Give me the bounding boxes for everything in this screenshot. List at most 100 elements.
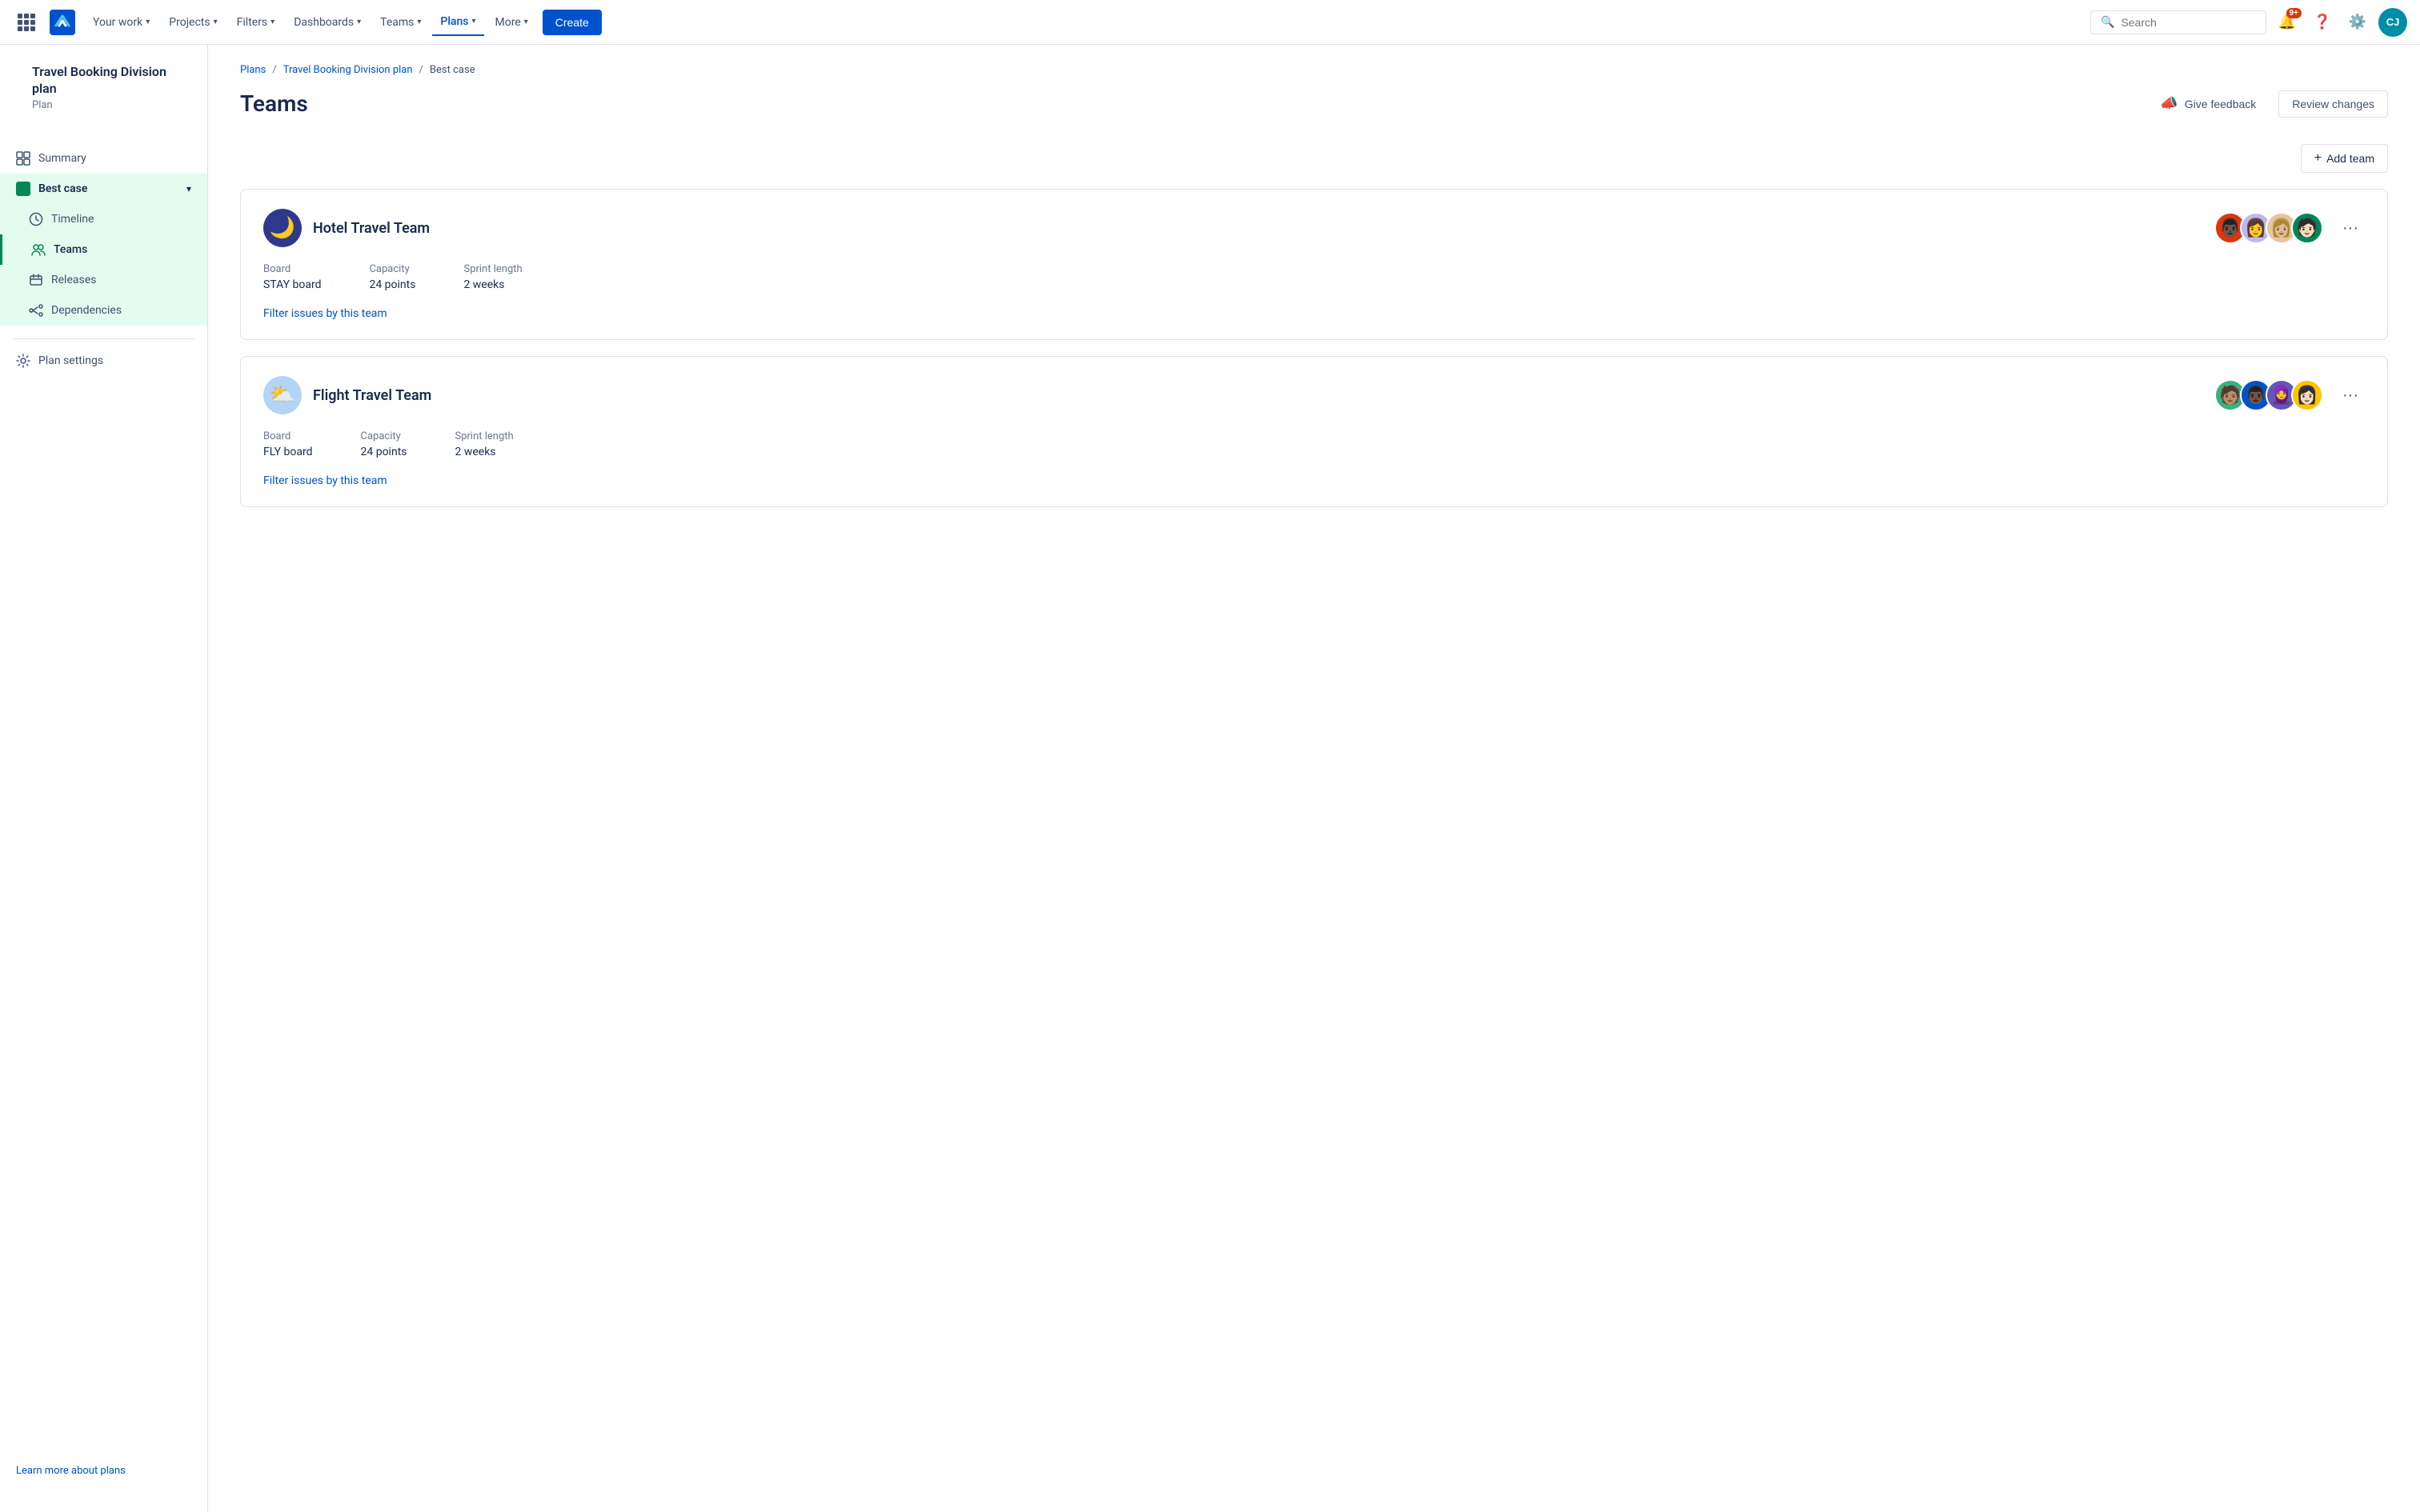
flight-team-more-button[interactable]: ··· (2336, 383, 2365, 408)
breadcrumb-sep-1: / (272, 64, 276, 76)
nav-more-label: More (495, 16, 521, 29)
team-card-header-flight: ⛅ Flight Travel Team 🧑🏽 👨🏿 🧕 👩🏻 ··· (263, 376, 2365, 414)
best-case-icon (16, 182, 30, 196)
sidebar-plan-name: Travel Booking Division plan (16, 64, 191, 98)
nav-plans[interactable]: Plans ▾ (432, 9, 483, 36)
add-team-row: + Add team (240, 144, 2388, 173)
flight-team-meta: Board FLY board Capacity 24 points Sprin… (263, 430, 2365, 458)
sidebar-item-teams[interactable]: Teams (0, 234, 207, 265)
sidebar-settings-label: Plan settings (38, 354, 103, 367)
nav-filters-chevron: ▾ (270, 18, 274, 26)
hotel-avatar-4: 🧑🏻 (2291, 212, 2323, 244)
user-avatar[interactable]: CJ (2378, 8, 2407, 37)
add-team-label: Add team (2326, 152, 2374, 165)
main-content: Plans / Travel Booking Division plan / B… (208, 45, 2420, 1512)
header-actions: 📣 Give feedback Review changes (2147, 89, 2388, 118)
nav-your-work-chevron: ▾ (146, 18, 150, 26)
sidebar-item-dependencies[interactable]: Dependencies (0, 295, 207, 326)
nav-teams-chevron: ▾ (417, 18, 421, 26)
search-icon: 🔍 (2101, 16, 2114, 29)
hotel-filter-link[interactable]: Filter issues by this team (263, 307, 387, 320)
nav-projects[interactable]: Projects ▾ (161, 10, 225, 35)
dependencies-icon (29, 303, 43, 318)
learn-more-link[interactable]: Learn more about plans (16, 1465, 126, 1477)
nav-teams-label: Teams (380, 16, 414, 29)
hotel-sprint-label: Sprint length (463, 263, 522, 275)
sidebar-item-releases[interactable]: Releases (0, 265, 207, 295)
nav-filters[interactable]: Filters ▾ (229, 10, 283, 35)
nav-dashboards-chevron: ▾ (357, 18, 361, 26)
search-input[interactable] (2121, 16, 2256, 29)
plan-settings-icon (16, 354, 30, 368)
sidebar-plan-type: Plan (16, 98, 191, 127)
hotel-team-meta: Board STAY board Capacity 24 points Spri… (263, 263, 2365, 291)
flight-sprint-group: Sprint length 2 weeks (455, 430, 514, 458)
flight-capacity-group: Capacity 24 points (361, 430, 407, 458)
page-header: Teams 📣 Give feedback Review changes (240, 89, 2388, 118)
nav-your-work[interactable]: Your work ▾ (85, 10, 158, 35)
sidebar-best-case-label: Best case (38, 182, 87, 195)
review-changes-button[interactable]: Review changes (2278, 90, 2388, 118)
plus-icon: + (2314, 151, 2322, 166)
notifications-button[interactable]: 🔔 9+ (2273, 8, 2302, 37)
help-button[interactable]: ❓ (2308, 8, 2337, 37)
nav-filters-label: Filters (237, 16, 268, 29)
flight-sprint-value: 2 weeks (455, 446, 514, 458)
hotel-team-icon: 🌙 (263, 209, 302, 247)
grid-menu-button[interactable] (13, 9, 40, 36)
feedback-button[interactable]: 📣 Give feedback (2147, 89, 2269, 118)
breadcrumb-plans[interactable]: Plans (240, 64, 266, 76)
nav-more[interactable]: More ▾ (487, 10, 536, 35)
flight-avatar-4: 👩🏻 (2291, 379, 2323, 411)
nav-projects-label: Projects (169, 16, 210, 29)
hotel-team-emoji: 🌙 (270, 216, 295, 240)
settings-button[interactable]: ⚙️ (2343, 8, 2372, 37)
flight-team-name: Flight Travel Team (313, 387, 431, 404)
hotel-board-label: Board (263, 263, 321, 275)
hotel-capacity-group: Capacity 24 points (369, 263, 415, 291)
sidebar-item-plan-settings[interactable]: Plan settings (0, 346, 207, 376)
breadcrumb-plan[interactable]: Travel Booking Division plan (283, 64, 413, 76)
sidebar-teams-label: Teams (54, 243, 87, 256)
search-box[interactable]: 🔍 (2090, 10, 2266, 34)
sidebar-item-timeline[interactable]: Timeline (0, 204, 207, 234)
flight-card-right: 🧑🏽 👨🏿 🧕 👩🏻 ··· (2214, 379, 2365, 411)
hotel-team-name: Hotel Travel Team (313, 220, 430, 237)
flight-filter-link[interactable]: Filter issues by this team (263, 474, 387, 487)
hotel-sprint-value: 2 weeks (463, 278, 522, 291)
nav-projects-chevron: ▾ (214, 18, 218, 26)
best-case-chevron: ▾ (186, 183, 191, 194)
sidebar-best-case[interactable]: Best case ▾ (0, 174, 207, 204)
layout: Travel Booking Division plan Plan Summar… (0, 45, 2420, 1512)
create-button[interactable]: Create (543, 10, 602, 35)
logo[interactable] (50, 10, 75, 35)
sidebar-dependencies-label: Dependencies (51, 304, 122, 317)
nav-your-work-label: Your work (93, 16, 142, 29)
flight-team-icon: ⛅ (263, 376, 302, 414)
sidebar-timeline-label: Timeline (51, 213, 94, 226)
team-card-title-hotel: 🌙 Hotel Travel Team (263, 209, 430, 247)
sidebar: Travel Booking Division plan Plan Summar… (0, 45, 208, 1512)
page-title: Teams (240, 90, 308, 117)
nav-plans-chevron: ▾ (471, 17, 475, 26)
nav-dashboards[interactable]: Dashboards ▾ (286, 10, 369, 35)
hotel-capacity-label: Capacity (369, 263, 415, 275)
flight-team-avatars: 🧑🏽 👨🏿 🧕 👩🏻 (2214, 379, 2323, 411)
hotel-team-avatars: 👨🏿 👩 👩🏼 🧑🏻 (2214, 212, 2323, 244)
notification-badge: 9+ (2286, 8, 2302, 18)
summary-icon (16, 151, 30, 166)
releases-icon (29, 273, 43, 287)
flight-capacity-label: Capacity (361, 430, 407, 442)
sidebar-item-summary[interactable]: Summary (0, 143, 207, 174)
topnav-right: 🔍 🔔 9+ ❓ ⚙️ CJ (2090, 8, 2407, 37)
timeline-icon (29, 212, 43, 226)
hotel-team-more-button[interactable]: ··· (2336, 216, 2365, 241)
nav-teams[interactable]: Teams ▾ (372, 10, 429, 35)
hotel-sprint-group: Sprint length 2 weeks (463, 263, 522, 291)
topnav: Your work ▾ Projects ▾ Filters ▾ Dashboa… (0, 0, 2420, 45)
flight-board-value: FLY board (263, 446, 313, 458)
nav-plans-label: Plans (440, 15, 468, 28)
breadcrumb-current: Best case (430, 64, 475, 76)
hotel-capacity-value: 24 points (369, 278, 415, 291)
add-team-button[interactable]: + Add team (2301, 144, 2388, 173)
